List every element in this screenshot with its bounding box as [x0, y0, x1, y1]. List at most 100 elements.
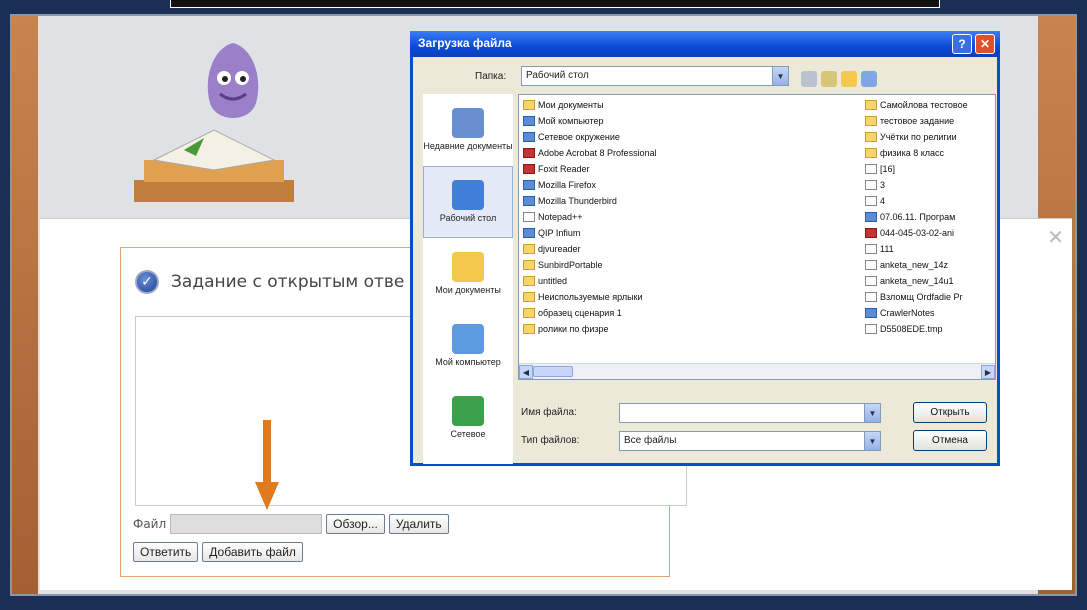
place-label: Сетевое: [450, 429, 486, 439]
file-name: CrawlerNotes: [880, 308, 935, 318]
file-name: djvureader: [538, 244, 581, 254]
folder-select[interactable]: Рабочий стол ▼: [521, 66, 789, 86]
my-computer-icon: [452, 324, 484, 354]
file-item[interactable]: Сетевое окружение: [523, 129, 657, 145]
file-item[interactable]: образец сценария 1: [523, 305, 657, 321]
file-name: Учётки по религии: [880, 132, 957, 142]
file-path-input[interactable]: [170, 514, 323, 534]
file-item[interactable]: Adobe Acrobat 8 Professional: [523, 145, 657, 161]
scroll-thumb[interactable]: [533, 366, 573, 377]
dialog-close-button[interactable]: ✕: [975, 34, 995, 54]
scroll-right-icon[interactable]: ▶: [981, 365, 995, 379]
file-item[interactable]: untitled: [523, 273, 657, 289]
file-name: тестовое задание: [880, 116, 955, 126]
dialog-title: Загрузка файла: [418, 36, 512, 50]
new-folder-icon[interactable]: [841, 71, 857, 87]
file-item[interactable]: Самойлова тестовое: [865, 97, 968, 113]
top-bar: [170, 0, 940, 8]
file-icon: [523, 132, 535, 142]
file-item[interactable]: физика 8 класс: [865, 145, 968, 161]
file-name: untitled: [538, 276, 568, 286]
file-item[interactable]: Взломщ Ordfadie Pr: [865, 289, 968, 305]
file-name: Самойлова тестовое: [880, 100, 968, 110]
folder-icon: [523, 292, 535, 302]
place-item[interactable]: Рабочий стол: [423, 166, 513, 238]
file-icon: [523, 164, 535, 174]
file-name: Неиспользуемые ярлыки: [538, 292, 643, 302]
file-item[interactable]: CrawlerNotes: [865, 305, 968, 321]
browse-button[interactable]: Обзор...: [326, 514, 385, 534]
place-item[interactable]: Сетевое: [423, 382, 513, 454]
file-icon: [865, 196, 877, 206]
file-name: Mozilla Firefox: [538, 180, 597, 190]
file-name: Сетевое окружение: [538, 132, 620, 142]
close-icon[interactable]: ✕: [1047, 225, 1064, 249]
file-item[interactable]: ролики по физре: [523, 321, 657, 337]
filetype-select[interactable]: Все файлы ▼: [619, 431, 881, 451]
answer-button[interactable]: Ответить: [133, 542, 199, 562]
file-icon: [865, 276, 877, 286]
file-name: 111: [880, 244, 894, 254]
file-item[interactable]: Мои документы: [523, 97, 657, 113]
folder-icon: [523, 260, 535, 270]
up-folder-icon[interactable]: [821, 71, 837, 87]
folder-icon: [523, 308, 535, 318]
horizontal-scrollbar[interactable]: ◀ ▶: [519, 363, 995, 379]
place-item[interactable]: Мой компьютер: [423, 310, 513, 382]
file-item[interactable]: 4: [865, 193, 968, 209]
file-item[interactable]: QIP Infium: [523, 225, 657, 241]
place-item[interactable]: Мои документы: [423, 238, 513, 310]
file-item[interactable]: 111: [865, 241, 968, 257]
place-label: Мои документы: [435, 285, 501, 295]
cancel-button[interactable]: Отмена: [913, 430, 987, 451]
file-name: Mozilla Thunderbird: [538, 196, 617, 206]
file-item[interactable]: Учётки по религии: [865, 129, 968, 145]
file-item[interactable]: anketa_new_14u1: [865, 273, 968, 289]
file-name: Notepad++: [538, 212, 583, 222]
file-item[interactable]: 07.06.11. Програм: [865, 209, 968, 225]
file-name: 07.06.11. Програм: [880, 212, 956, 222]
delete-button[interactable]: Удалить: [388, 514, 449, 534]
file-item[interactable]: тестовое задание: [865, 113, 968, 129]
file-list[interactable]: Мои документы Мой компьютер Сетевое окруже…: [518, 94, 996, 380]
file-item[interactable]: Mozilla Firefox: [523, 177, 657, 193]
file-item[interactable]: Мой компьютер: [523, 113, 657, 129]
place-label: Мой компьютер: [435, 357, 501, 367]
file-name: ролики по физре: [538, 324, 609, 334]
action-buttons: Ответить Добавить файл: [133, 542, 303, 562]
scroll-left-icon[interactable]: ◀: [519, 365, 533, 379]
recent-documents-icon: [452, 108, 484, 138]
file-column-left: Мои документы Мой компьютер Сетевое окруже…: [523, 97, 657, 337]
file-name: физика 8 класс: [880, 148, 945, 158]
file-name: 4: [880, 196, 886, 206]
file-column-right: Самойлова тестовое тестовое задание Учётки…: [865, 97, 968, 337]
file-item[interactable]: 044-045-03-02-ani: [865, 225, 968, 241]
view-menu-icon[interactable]: [861, 71, 877, 87]
back-icon[interactable]: [801, 71, 817, 87]
check-icon: ✓: [135, 270, 159, 294]
file-item[interactable]: [16]: [865, 161, 968, 177]
file-icon: [523, 116, 535, 126]
filename-input[interactable]: ▼: [619, 403, 881, 423]
file-item[interactable]: Notepad++: [523, 209, 657, 225]
file-icon: [523, 196, 535, 206]
file-name: [16]: [880, 164, 896, 174]
file-item[interactable]: D5508EDE.tmp: [865, 321, 968, 337]
chevron-down-icon: ▼: [864, 404, 880, 422]
place-label: Недавние документы: [423, 141, 513, 151]
open-button[interactable]: Открыть: [913, 402, 987, 423]
filename-label: Имя файла:: [521, 407, 577, 418]
file-item[interactable]: Mozilla Thunderbird: [523, 193, 657, 209]
file-item[interactable]: 3: [865, 177, 968, 193]
file-icon: [523, 212, 535, 222]
add-file-button[interactable]: Добавить файл: [202, 542, 303, 562]
file-item[interactable]: Foxit Reader: [523, 161, 657, 177]
file-item[interactable]: djvureader: [523, 241, 657, 257]
file-icon: [865, 324, 877, 334]
file-item[interactable]: anketa_new_14z: [865, 257, 968, 273]
file-item[interactable]: SunbirdPortable: [523, 257, 657, 273]
place-item[interactable]: Недавние документы: [423, 94, 513, 166]
help-button[interactable]: ?: [952, 34, 972, 54]
file-upload-dialog: Загрузка файла ? ✕ Папка: Рабочий стол ▼…: [410, 31, 1000, 466]
file-item[interactable]: Неиспользуемые ярлыки: [523, 289, 657, 305]
